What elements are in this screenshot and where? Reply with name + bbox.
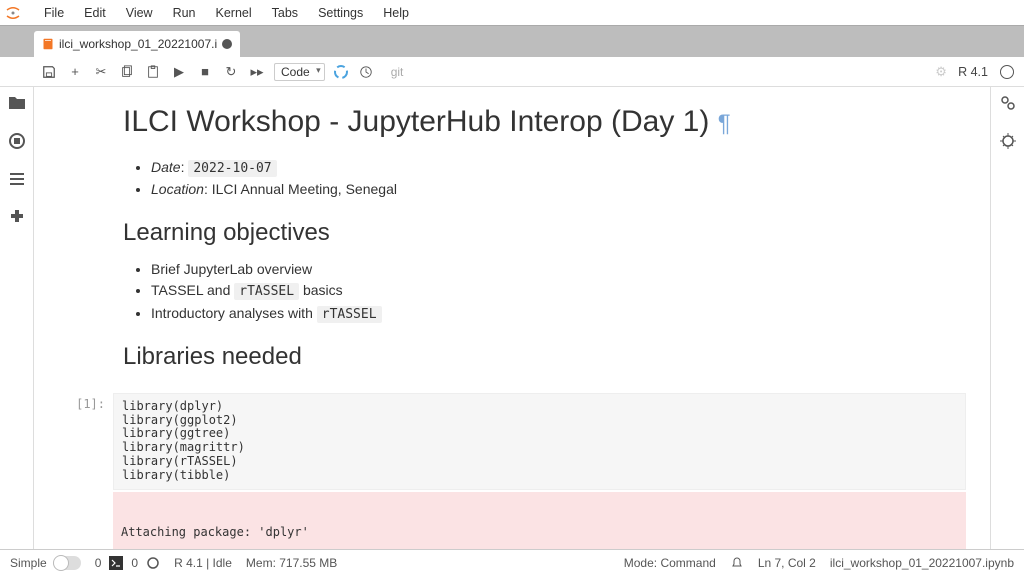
kernel-count-icon xyxy=(146,556,160,570)
menu-edit[interactable]: Edit xyxy=(74,0,116,26)
restart-button[interactable]: ↻ xyxy=(222,63,240,81)
kernel-label[interactable]: R 4.1 xyxy=(958,65,988,79)
debugger-icon[interactable] xyxy=(998,131,1018,151)
spinner-icon xyxy=(333,64,349,80)
list-item: TASSEL and rTASSEL basics xyxy=(151,280,966,302)
clock-icon[interactable] xyxy=(357,63,375,81)
markdown-cell[interactable]: ILCI Workshop - JupyterHub Interop (Day … xyxy=(58,95,966,393)
meta-location: Location: ILCI Annual Meeting, Senegal xyxy=(151,179,966,201)
property-inspector-icon[interactable] xyxy=(998,93,1018,113)
jupyter-logo xyxy=(4,4,22,22)
save-button[interactable] xyxy=(40,63,58,81)
menu-view[interactable]: View xyxy=(116,0,163,26)
libs-heading: Libraries needed xyxy=(123,343,966,371)
list-item: Introductory analyses with rTASSEL xyxy=(151,303,966,325)
menu-help[interactable]: Help xyxy=(373,0,419,26)
unsaved-indicator-icon xyxy=(222,39,232,49)
cell-type-select[interactable]: Code xyxy=(274,63,325,81)
memory-status: Mem: 717.55 MB xyxy=(246,556,337,570)
menu-settings[interactable]: Settings xyxy=(308,0,373,26)
anchor-icon[interactable]: ¶ xyxy=(718,110,731,137)
add-cell-button[interactable]: + xyxy=(66,63,84,81)
extensions-icon[interactable] xyxy=(7,207,27,227)
cell-prompt: [1]: xyxy=(58,393,113,490)
run-button[interactable]: ▶ xyxy=(170,63,188,81)
paste-button[interactable] xyxy=(144,63,162,81)
git-label: git xyxy=(391,65,404,79)
menu-kernel[interactable]: Kernel xyxy=(206,0,262,26)
notebook-tab[interactable]: ilci_workshop_01_20221007.i xyxy=(34,31,240,57)
diagnostics[interactable]: 0 0 xyxy=(95,556,160,570)
notebook-icon xyxy=(42,38,54,50)
objectives-heading: Learning objectives xyxy=(123,219,966,247)
cursor-position: Ln 7, Col 2 xyxy=(758,556,816,570)
code-cell[interactable]: library(dplyr) library(ggplot2) library(… xyxy=(113,393,966,490)
cut-button[interactable]: ✂ xyxy=(92,63,110,81)
notification-icon[interactable] xyxy=(730,556,744,570)
menu-run[interactable]: Run xyxy=(163,0,206,26)
kernel-status-icon xyxy=(1000,65,1014,79)
cell-output: Attaching package: 'dplyr' The following… xyxy=(113,492,966,549)
copy-button[interactable] xyxy=(118,63,136,81)
editor-mode: Mode: Command xyxy=(624,556,716,570)
toggle-icon[interactable] xyxy=(53,556,81,570)
simple-mode-toggle[interactable]: Simple xyxy=(10,556,81,570)
terminal-count-icon xyxy=(109,556,123,570)
toc-icon[interactable] xyxy=(7,169,27,189)
file-browser-icon[interactable] xyxy=(7,93,27,113)
kernel-status: R 4.1 | Idle xyxy=(174,556,232,570)
menu-file[interactable]: File xyxy=(34,0,74,26)
stop-button[interactable]: ■ xyxy=(196,63,214,81)
nbgrader-icon[interactable]: ⚙ xyxy=(932,63,950,81)
list-item: Brief JupyterLab overview xyxy=(151,259,966,281)
page-title: ILCI Workshop - JupyterHub Interop (Day … xyxy=(123,105,966,139)
running-icon[interactable] xyxy=(7,131,27,151)
menu-tabs[interactable]: Tabs xyxy=(262,0,308,26)
meta-date: Date: 2022-10-07 xyxy=(151,157,966,179)
run-all-button[interactable]: ▸▸ xyxy=(248,63,266,81)
current-file: ilci_workshop_01_20221007.ipynb xyxy=(830,556,1014,570)
tab-label: ilci_workshop_01_20221007.i xyxy=(59,37,217,51)
